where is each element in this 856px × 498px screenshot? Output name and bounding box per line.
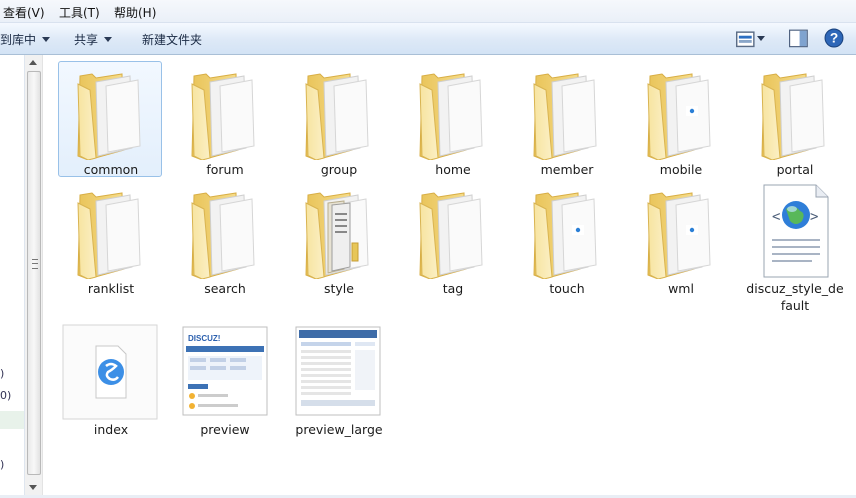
help-icon[interactable]: ? bbox=[824, 28, 844, 48]
svg-text:?: ? bbox=[830, 31, 838, 46]
file-item-label: member bbox=[540, 162, 594, 177]
scroll-up-icon[interactable] bbox=[29, 60, 37, 65]
file-view[interactable]: common forum group home member mobile po… bbox=[43, 55, 856, 495]
command-bar: 到库中 共享 新建文件夹 ? bbox=[0, 23, 856, 55]
nav-fragment: ) bbox=[0, 367, 5, 380]
file-item-label: group bbox=[320, 162, 358, 177]
share-button[interactable]: 共享 bbox=[74, 31, 113, 48]
file-item-forum[interactable]: forum bbox=[172, 61, 276, 177]
menu-bar: 查看(V) 工具(T) 帮助(H) bbox=[0, 0, 856, 23]
file-item-style[interactable]: style bbox=[286, 180, 390, 296]
chevron-down-icon bbox=[104, 37, 113, 42]
file-item-tag[interactable]: tag bbox=[400, 180, 504, 296]
file-item-label: discuz_style_default bbox=[746, 281, 844, 313]
file-item-wml[interactable]: wml bbox=[628, 180, 732, 296]
svg-text:<: < bbox=[772, 209, 780, 225]
file-item-search[interactable]: search bbox=[172, 180, 276, 296]
grip-icon bbox=[32, 259, 38, 269]
preview-pane-icon[interactable] bbox=[789, 29, 809, 49]
file-item-label: wml bbox=[668, 281, 694, 296]
file-item-discuz-style-default[interactable]: < > discuz_style_default bbox=[742, 180, 846, 313]
nav-fragment-highlight bbox=[0, 411, 24, 429]
nav-fragment: ) bbox=[0, 458, 5, 471]
navigation-pane[interactable]: ) 0) ) bbox=[0, 55, 25, 498]
file-item-member[interactable]: member bbox=[514, 61, 618, 177]
menu-view[interactable]: 查看(V) bbox=[3, 4, 45, 21]
nav-fragment: 0) bbox=[0, 389, 12, 402]
file-item-touch[interactable]: touch bbox=[514, 180, 618, 296]
file-item-label: preview_large bbox=[295, 422, 383, 437]
view-options-chevron-icon[interactable] bbox=[757, 36, 765, 41]
file-item-label: home bbox=[435, 162, 471, 177]
svg-text:>: > bbox=[810, 209, 818, 225]
menu-help[interactable]: 帮助(H) bbox=[114, 4, 156, 21]
file-item-mobile[interactable]: mobile bbox=[628, 61, 732, 177]
file-item-label: tag bbox=[442, 281, 464, 296]
file-item-label: ranklist bbox=[87, 281, 135, 296]
file-item-group[interactable]: group bbox=[286, 61, 390, 177]
file-item-home[interactable]: home bbox=[400, 61, 504, 177]
new-folder-button[interactable]: 新建文件夹 bbox=[142, 31, 202, 48]
file-item-label: style bbox=[324, 281, 354, 296]
file-item-preview-large[interactable]: preview_large bbox=[286, 317, 390, 437]
file-item-label: common bbox=[83, 162, 139, 177]
file-item-portal[interactable]: portal bbox=[742, 61, 846, 177]
library-label: 到库中 bbox=[0, 33, 37, 47]
file-item-label: touch bbox=[549, 281, 585, 296]
scrollbar-thumb[interactable] bbox=[27, 71, 41, 475]
vertical-scrollbar[interactable] bbox=[25, 55, 43, 495]
chevron-down-icon bbox=[42, 37, 51, 42]
file-item-label: mobile bbox=[659, 162, 703, 177]
view-options-icon[interactable] bbox=[736, 30, 756, 50]
file-item-preview[interactable]: DISCUZ! preview bbox=[172, 317, 276, 437]
scroll-down-icon[interactable] bbox=[29, 485, 37, 490]
file-item-label: forum bbox=[206, 162, 244, 177]
file-item-index[interactable]: index bbox=[58, 317, 162, 437]
file-item-label: search bbox=[204, 281, 246, 296]
menu-tools[interactable]: 工具(T) bbox=[59, 4, 100, 21]
file-item-common[interactable]: common bbox=[58, 61, 162, 177]
file-item-label: index bbox=[93, 422, 129, 437]
svg-text:DISCUZ!: DISCUZ! bbox=[188, 334, 220, 343]
file-item-label: preview bbox=[200, 422, 250, 437]
file-item-ranklist[interactable]: ranklist bbox=[58, 180, 162, 296]
file-item-label: portal bbox=[776, 162, 814, 177]
include-in-library-button[interactable]: 到库中 bbox=[0, 31, 51, 48]
share-label: 共享 bbox=[74, 33, 99, 47]
